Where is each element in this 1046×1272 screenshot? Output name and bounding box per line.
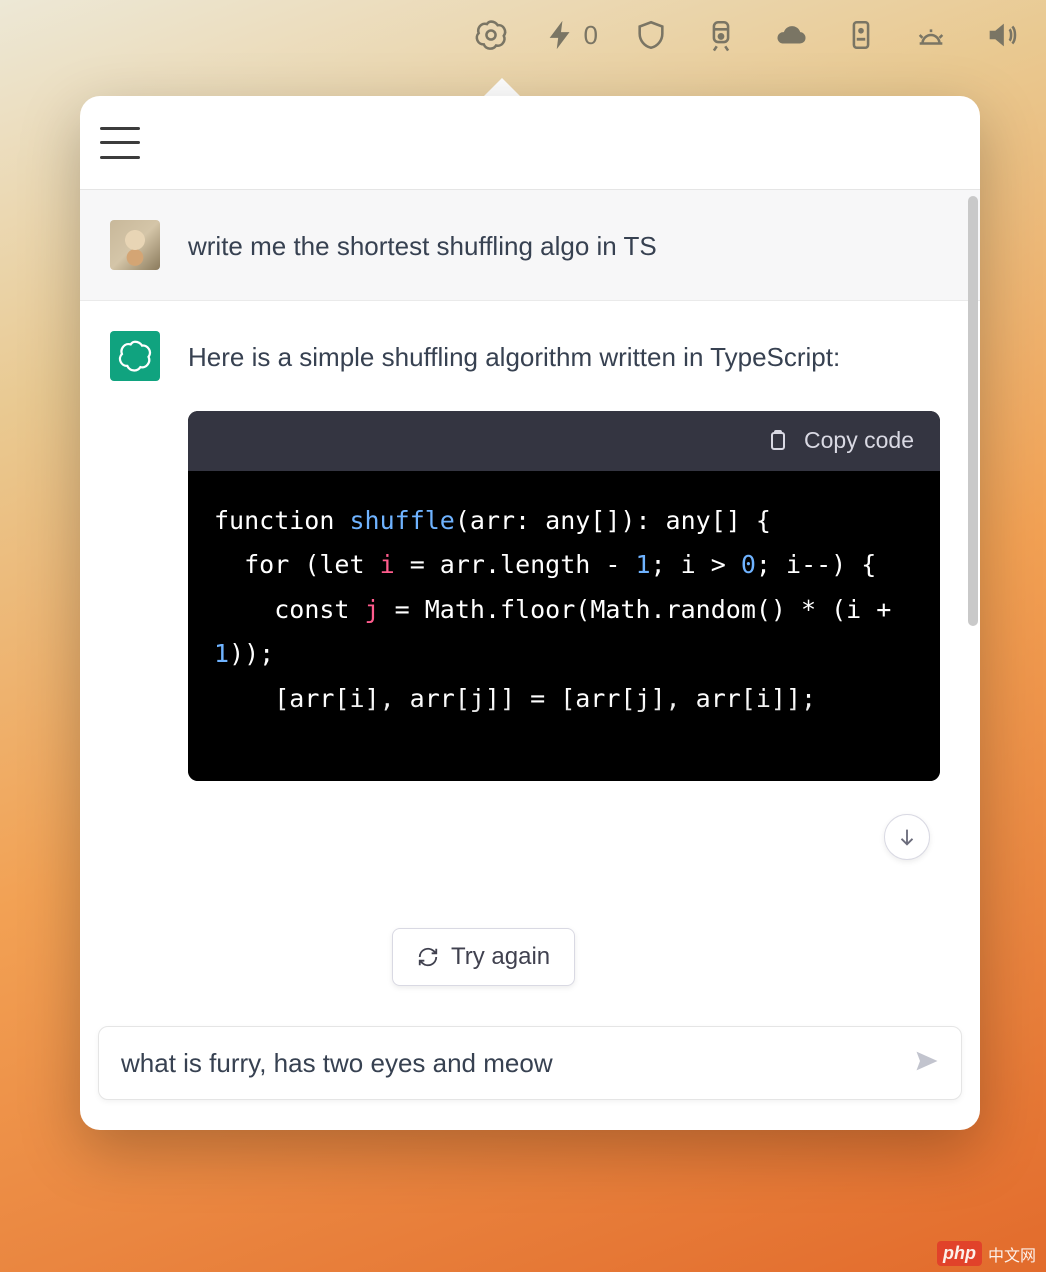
watermark: php 中文网 [937, 1241, 1036, 1266]
volume-icon[interactable] [984, 18, 1018, 52]
sun-horizon-icon[interactable] [914, 18, 948, 52]
user-message-text: write me the shortest shuffling algo in … [188, 220, 940, 270]
lightning-count: 0 [584, 20, 598, 51]
chat-popover: write me the shortest shuffling algo in … [80, 96, 980, 1130]
arrow-down-icon [896, 826, 918, 848]
menubar: 0 [0, 0, 1046, 70]
code-content: function shuffle(arr: any[]): any[] { fo… [188, 471, 940, 782]
composer [98, 1026, 962, 1100]
copy-code-button[interactable]: Copy code [188, 411, 940, 471]
assistant-intro-text: Here is a simple shuffling algorithm wri… [188, 342, 840, 372]
openai-menubar-icon[interactable] [474, 18, 508, 52]
lightning-counter[interactable]: 0 [544, 18, 598, 52]
message-input[interactable] [121, 1048, 913, 1079]
assistant-avatar [110, 331, 160, 381]
try-again-button[interactable]: Try again [392, 928, 575, 986]
shield-icon[interactable] [634, 18, 668, 52]
popover-arrow [484, 78, 520, 96]
refresh-icon [417, 946, 439, 968]
try-again-label: Try again [451, 943, 550, 971]
watermark-text: 中文网 [988, 1242, 1036, 1266]
scroll-down-button[interactable] [884, 814, 930, 860]
copy-code-label: Copy code [804, 420, 914, 460]
hamburger-menu-icon[interactable] [100, 127, 140, 159]
user-message-row: write me the shortest shuffling algo in … [80, 190, 980, 301]
cloud-icon[interactable] [774, 18, 808, 52]
popover-header [80, 96, 980, 190]
train-icon[interactable] [704, 18, 738, 52]
send-icon [913, 1047, 941, 1075]
send-button[interactable] [913, 1047, 941, 1080]
chat-scroll-area[interactable]: write me the shortest shuffling algo in … [80, 190, 980, 1130]
user-avatar [110, 220, 160, 270]
id-badge-icon[interactable] [844, 18, 878, 52]
code-block: Copy code function shuffle(arr: any[]): … [188, 411, 940, 782]
assistant-message-row: Here is a simple shuffling algorithm wri… [80, 301, 980, 811]
scrollbar-thumb[interactable] [968, 196, 978, 626]
watermark-brand: php [937, 1241, 982, 1266]
clipboard-icon [766, 429, 790, 453]
assistant-message-body: Here is a simple shuffling algorithm wri… [188, 331, 940, 781]
